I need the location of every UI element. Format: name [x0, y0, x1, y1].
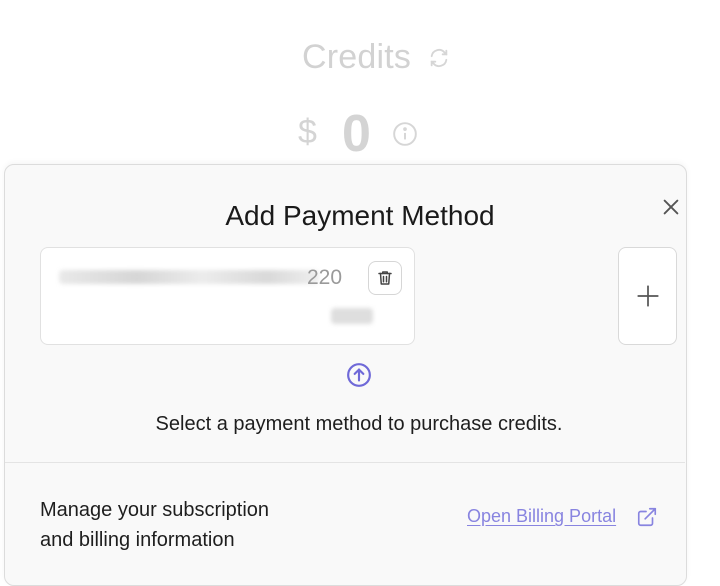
manage-line-1: Manage your subscription [40, 499, 270, 521]
currency-symbol: $ [298, 113, 317, 151]
payment-method-card[interactable]: 220 [40, 247, 415, 345]
redacted-card-expiry [331, 308, 373, 324]
trash-icon [378, 271, 392, 285]
modal-title: Add Payment Method [225, 200, 495, 231]
add-payment-method-button[interactable] [618, 247, 677, 345]
credit-balance: 0 [342, 105, 371, 163]
redacted-card-details [59, 270, 319, 284]
close-button[interactable] [656, 192, 686, 222]
open-billing-portal-link[interactable]: Open Billing Portal [467, 506, 616, 527]
plus-icon [636, 285, 659, 307]
close-icon [663, 199, 679, 215]
credits-title: Credits [302, 38, 412, 76]
delete-card-button[interactable] [368, 261, 402, 295]
external-link-icon[interactable] [636, 506, 658, 528]
refresh-icon[interactable] [428, 47, 450, 69]
divider [5, 462, 685, 463]
manage-line-2: and billing information [40, 529, 235, 551]
arrow-up-circle-icon[interactable] [346, 362, 372, 388]
credits-header: Credits $ 0 [0, 0, 720, 170]
card-number-suffix: 220 [307, 266, 343, 289]
payment-hint: Select a payment method to purchase cred… [155, 413, 563, 435]
manage-billing-text: Manage your subscription and billing inf… [40, 495, 330, 555]
info-icon[interactable] [392, 121, 418, 147]
